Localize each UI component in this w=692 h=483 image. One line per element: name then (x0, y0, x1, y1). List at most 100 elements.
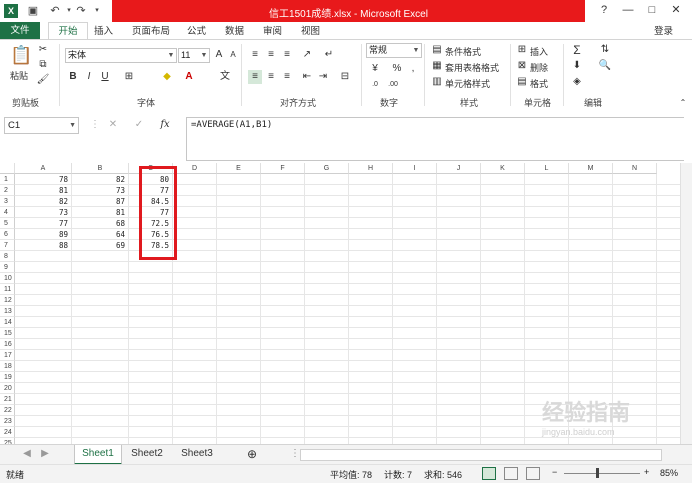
row-header[interactable]: 16 (0, 339, 15, 350)
column-header[interactable]: E (217, 163, 261, 174)
delete-cells-icon[interactable]: ⊠ (515, 59, 529, 73)
table-cell[interactable]: 82 (15, 196, 72, 207)
customize-toolbar-icon[interactable]: ▾ (90, 4, 104, 18)
percent-icon[interactable]: % (390, 62, 404, 76)
delete-cells-button[interactable]: 删除 (530, 61, 548, 74)
indent-icon[interactable]: ⇤ (300, 70, 314, 84)
row-header[interactable]: 21 (0, 394, 15, 405)
format-cells-icon[interactable]: ▤ (515, 75, 529, 89)
page-break-view-icon[interactable] (526, 467, 540, 480)
row-header[interactable]: 15 (0, 328, 15, 339)
row-header[interactable]: 11 (0, 284, 15, 295)
row-header[interactable]: 5 (0, 218, 15, 229)
page-layout-view-icon[interactable] (504, 467, 518, 480)
maximize-button[interactable]: □ (644, 3, 660, 17)
row-header[interactable]: 12 (0, 295, 15, 306)
sheet-tab-2[interactable]: Sheet2 (124, 445, 170, 463)
tab-insert[interactable]: 插入 (94, 24, 113, 39)
outdent-icon[interactable]: ⇥ (316, 70, 330, 84)
bold-icon[interactable]: B (66, 70, 80, 84)
increase-decimal-icon[interactable]: .0 (368, 78, 382, 92)
row-header[interactable]: 19 (0, 372, 15, 383)
scroll-right-icon[interactable]: ▶ (38, 445, 52, 463)
decrease-decimal-icon[interactable]: .00 (386, 78, 400, 92)
column-header[interactable]: G (305, 163, 349, 174)
add-sheet-icon[interactable]: ⊕ (244, 445, 260, 463)
align-bottom-icon[interactable]: ≡ (280, 48, 294, 62)
table-cell[interactable]: 81 (15, 185, 72, 196)
row-header[interactable]: 20 (0, 383, 15, 394)
column-header[interactable]: H (349, 163, 393, 174)
format-painter-icon[interactable]: 🖌 (36, 73, 50, 87)
table-cell[interactable]: 68 (72, 218, 129, 229)
column-header[interactable]: F (261, 163, 305, 174)
table-cell[interactable]: 81 (72, 207, 129, 218)
format-table-icon[interactable]: ▦ (430, 59, 444, 73)
zoom-slider-thumb[interactable] (596, 468, 599, 478)
font-size-select[interactable]: 11 ▼ (178, 48, 210, 63)
zoom-slider[interactable] (564, 473, 640, 474)
tab-view[interactable]: 视图 (301, 24, 320, 39)
cut-icon[interactable]: ✂ (36, 43, 50, 57)
table-cell[interactable]: 73 (72, 185, 129, 196)
horizontal-scrollbar[interactable] (300, 449, 662, 461)
fill-icon[interactable]: ⬇ (570, 59, 584, 73)
collapse-ribbon-icon[interactable]: ⌃ (676, 96, 690, 110)
column-header[interactable]: L (525, 163, 569, 174)
row-header[interactable]: 1 (0, 174, 15, 185)
sort-filter-icon[interactable]: ⇅ (598, 43, 612, 57)
align-center-icon[interactable]: ≡ (264, 70, 278, 84)
row-header[interactable]: 3 (0, 196, 15, 207)
merge-center-icon[interactable]: ⊟ (338, 70, 352, 84)
number-format-select[interactable]: 常规 ▼ (366, 43, 422, 58)
row-header[interactable]: 9 (0, 262, 15, 273)
row-header[interactable]: 2 (0, 185, 15, 196)
find-select-icon[interactable]: 🔍 (598, 59, 612, 73)
cancel-icon[interactable]: ✕ (106, 118, 120, 132)
formula-input[interactable]: =AVERAGE(A1,B1) (186, 117, 684, 161)
table-cell[interactable]: 73 (15, 207, 72, 218)
column-header[interactable]: D (173, 163, 217, 174)
align-right-icon[interactable]: ≡ (280, 70, 294, 84)
conditional-format-button[interactable]: 条件格式 (445, 45, 481, 58)
table-cell[interactable]: 64 (72, 229, 129, 240)
row-header[interactable]: 7 (0, 240, 15, 251)
zoom-level[interactable]: 85% (660, 468, 678, 478)
border-icon[interactable]: ⊞ (122, 70, 136, 84)
align-left-icon[interactable]: ≡ (248, 70, 262, 84)
tab-page-layout[interactable]: 页面布局 (132, 24, 170, 39)
tab-review[interactable]: 审阅 (263, 24, 282, 39)
close-button[interactable]: ✕ (668, 3, 684, 17)
wrap-text-icon[interactable]: ↵ (322, 48, 336, 62)
zoom-in-icon[interactable]: + (644, 467, 649, 477)
copy-icon[interactable]: ⧉ (36, 58, 50, 72)
align-middle-icon[interactable]: ≡ (264, 48, 278, 62)
paste-button[interactable]: 粘贴 (10, 69, 28, 82)
name-box[interactable]: C1 ▼ (4, 117, 79, 134)
underline-icon[interactable]: U (98, 70, 112, 84)
table-cell[interactable]: 89 (15, 229, 72, 240)
login-link[interactable]: 登录 (654, 24, 673, 39)
zoom-out-icon[interactable]: − (552, 467, 557, 477)
scroll-left-icon[interactable]: ◀ (20, 445, 34, 463)
paste-icon[interactable]: 📋 (10, 44, 32, 66)
table-cell[interactable]: 88 (15, 240, 72, 251)
row-header[interactable]: 13 (0, 306, 15, 317)
currency-icon[interactable]: ¥ (368, 62, 382, 76)
tab-home[interactable]: 开始 (48, 22, 88, 40)
row-header[interactable]: 10 (0, 273, 15, 284)
table-cell[interactable]: 87 (72, 196, 129, 207)
row-header[interactable]: 14 (0, 317, 15, 328)
cell-styles-icon[interactable]: ▥ (430, 75, 444, 89)
row-header[interactable]: 8 (0, 251, 15, 262)
row-header[interactable]: 18 (0, 361, 15, 372)
align-top-icon[interactable]: ≡ (248, 48, 262, 62)
font-color-icon[interactable]: A (182, 70, 196, 84)
column-header[interactable]: N (613, 163, 657, 174)
italic-icon[interactable]: I (82, 70, 96, 84)
grow-font-icon[interactable]: A (212, 48, 226, 62)
column-header[interactable]: B (72, 163, 129, 174)
autosum-icon[interactable]: Σ (570, 43, 584, 57)
table-cell[interactable]: 69 (72, 240, 129, 251)
orientation-icon[interactable]: ↗ (300, 48, 314, 62)
